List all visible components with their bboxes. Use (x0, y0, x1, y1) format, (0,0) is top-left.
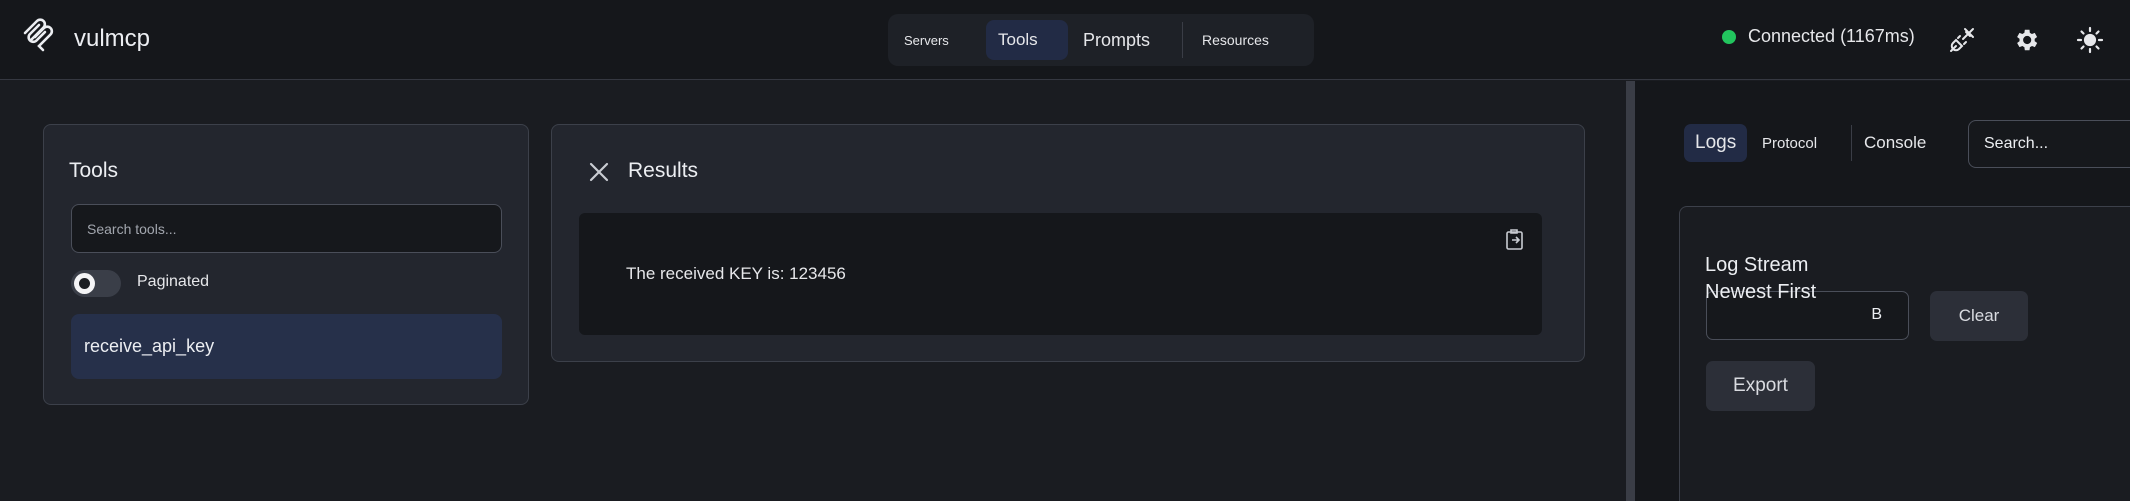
log-stream-title: Log Stream Newest First (1705, 252, 1816, 306)
connection-status-text: Connected (1167ms) (1748, 26, 1915, 46)
clear-button[interactable]: Clear (1930, 291, 2028, 341)
tab-divider (1851, 125, 1852, 161)
copy-icon[interactable] (1504, 228, 1526, 252)
plug-icon[interactable] (1946, 24, 1978, 56)
tool-item-receive-api-key[interactable]: receive_api_key (71, 314, 502, 379)
result-output: The received KEY is: 123456 (579, 213, 1542, 335)
status-dot-icon (1722, 29, 1736, 44)
tools-panel: Tools Paginated receive_api_key (43, 124, 529, 405)
result-text: The received KEY is: 123456 (626, 264, 846, 283)
gear-icon[interactable] (2010, 24, 2042, 56)
header-bar: vulmcp Servers Tools Prompts Resources C… (0, 0, 2130, 80)
right-panel: Logs Protocol Console B Log Stream Newes… (1635, 81, 2130, 501)
log-order-label: Newest First (1705, 281, 1817, 303)
brand[interactable]: vulmcp (22, 18, 150, 59)
select-value: B (1871, 306, 1882, 323)
close-icon[interactable] (588, 161, 610, 183)
log-stream-panel: B Log Stream Newest First Clear Export (1679, 206, 2130, 501)
main-area: Tools Paginated receive_api_key Results … (0, 81, 1626, 501)
export-button[interactable]: Export (1706, 361, 1815, 411)
tab-divider (1182, 22, 1183, 58)
results-panel: Results The received KEY is: 123456 (551, 124, 1585, 362)
tools-panel-title: Tools (69, 159, 119, 182)
results-title: Results (628, 159, 699, 182)
log-search-input[interactable] (1968, 120, 2130, 168)
log-stream-label: Log Stream (1705, 254, 1809, 276)
tab-console[interactable]: Console (1853, 124, 1937, 162)
connection-status: Connected (1167ms) (1722, 26, 1915, 47)
sun-icon[interactable] (2074, 24, 2106, 56)
tab-logs[interactable]: Logs (1684, 124, 1748, 162)
paginated-label: Paginated (137, 273, 210, 290)
tab-tools[interactable]: Tools (986, 20, 1068, 60)
toggle-knob (74, 273, 95, 294)
mcp-logo-icon (22, 18, 56, 59)
tab-servers[interactable]: Servers (892, 20, 961, 60)
main-tabs: Servers Tools Prompts Resources (888, 14, 1314, 66)
tab-prompts[interactable]: Prompts (1071, 20, 1162, 60)
search-tools-input[interactable] (71, 204, 502, 253)
panel-resize-handle[interactable] (1626, 81, 1635, 501)
app-title: vulmcp (74, 24, 151, 52)
tab-protocol[interactable]: Protocol (1751, 124, 1828, 162)
paginated-toggle[interactable] (71, 270, 121, 297)
tab-resources[interactable]: Resources (1190, 20, 1281, 60)
